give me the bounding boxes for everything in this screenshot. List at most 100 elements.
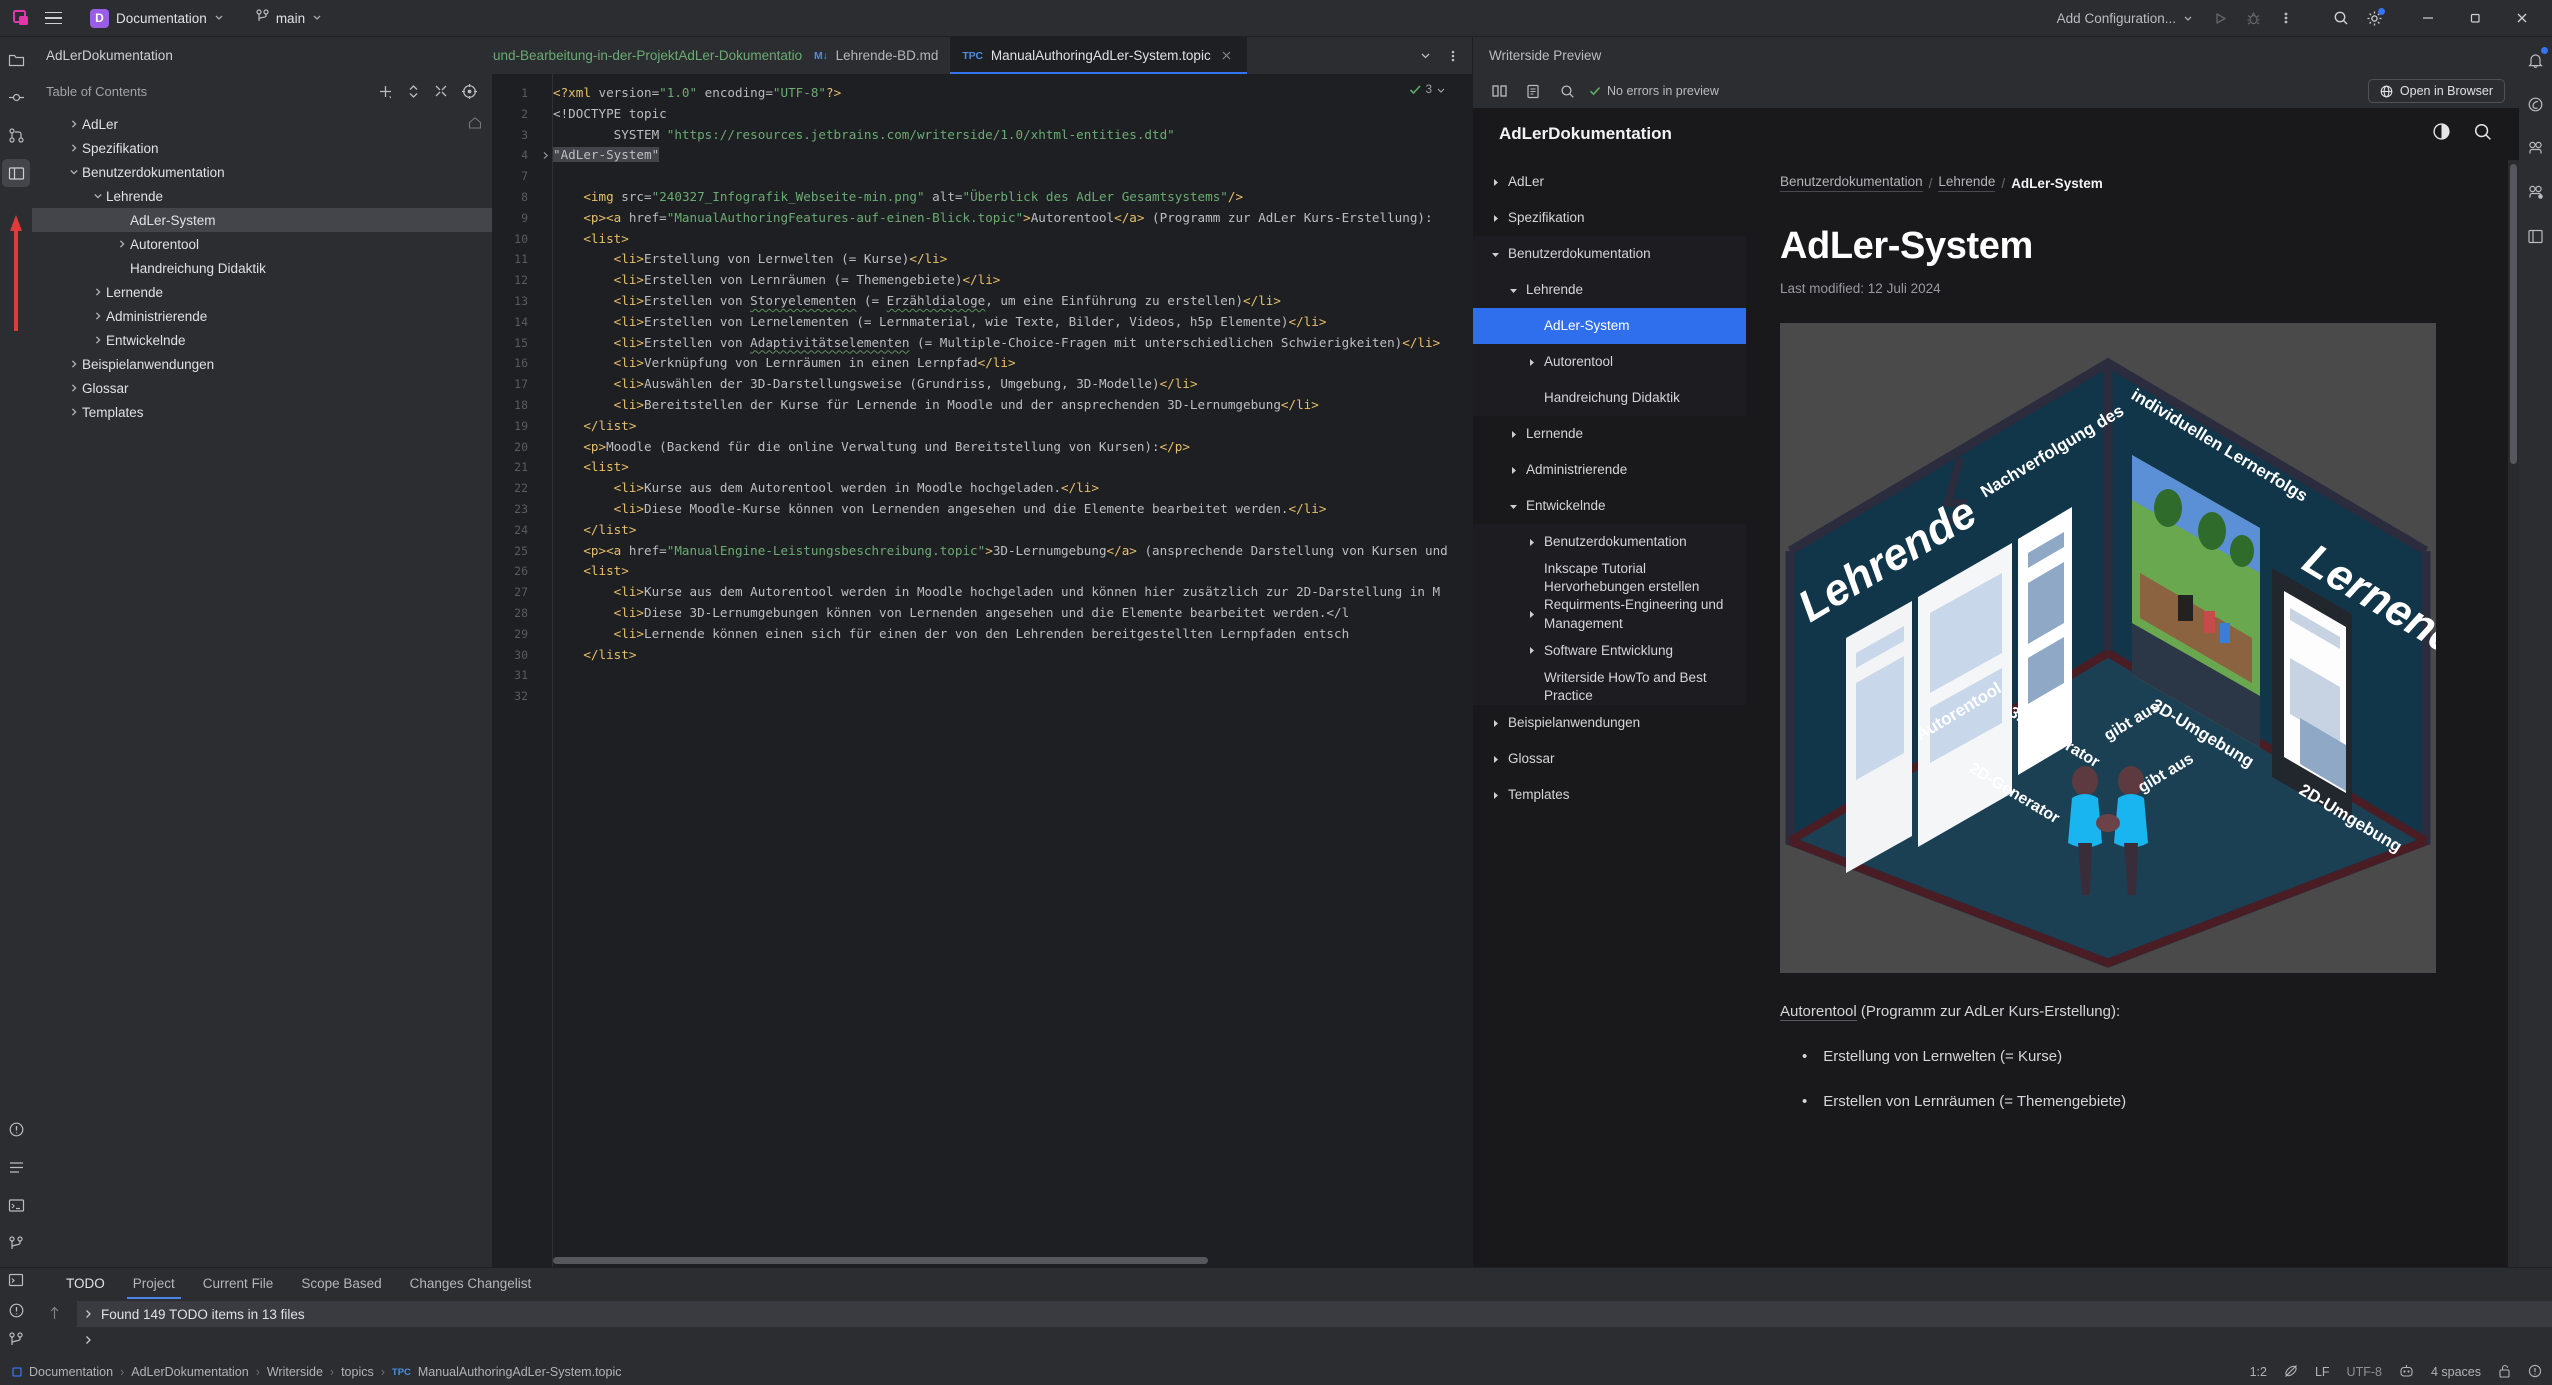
- collapse-all-icon[interactable]: [428, 79, 454, 103]
- triangle-down-icon[interactable]: [1487, 250, 1503, 259]
- todo-summary-row[interactable]: Found 149 TODO items in 13 files: [77, 1301, 2552, 1327]
- todo-tab-changes-changelist[interactable]: Changes Changelist: [396, 1268, 546, 1299]
- toc-item-autorentool[interactable]: Autorentool: [32, 232, 492, 256]
- rail-project-icon[interactable]: [2, 45, 30, 73]
- triangle-right-icon[interactable]: [1523, 610, 1539, 619]
- inspections-off-icon[interactable]: [2284, 1364, 2298, 1381]
- site-nav-item-software-entwicklung[interactable]: Software Entwicklung: [1473, 632, 1746, 669]
- todo-tab-scope-based[interactable]: Scope Based: [287, 1268, 395, 1299]
- line-separator[interactable]: LF: [2315, 1365, 2330, 1379]
- toc-item-adler-system[interactable]: AdLer-System: [32, 208, 492, 232]
- chevron-right-icon[interactable]: [113, 239, 130, 249]
- toc-item-lernende[interactable]: Lernende: [32, 280, 492, 304]
- site-nav-item-templates[interactable]: Templates: [1473, 777, 1746, 813]
- add-icon[interactable]: [372, 79, 398, 103]
- site-nav-item-beispielanwendungen[interactable]: Beispielanwendungen: [1473, 705, 1746, 741]
- tab-options-icon[interactable]: [1440, 43, 1466, 69]
- toc-item-lehrende[interactable]: Lehrende: [32, 184, 492, 208]
- branch-selector[interactable]: main: [248, 6, 330, 31]
- close-window-button[interactable]: [2500, 1, 2544, 35]
- chevron-right-icon[interactable]: [89, 311, 106, 321]
- code-editor[interactable]: 1 2 3 4 7 8 9 10 11 12 13 14 15 16 17 18 19 20 21 22 23 24 25 2…: [492, 74, 1472, 1267]
- more-actions-button[interactable]: [2271, 4, 2301, 32]
- rail-terminal-icon[interactable]: [2, 1191, 30, 1219]
- toc-item-administrierende[interactable]: Administrierende: [32, 304, 492, 328]
- chevron-right-icon[interactable]: [65, 407, 82, 417]
- expand-collapse-icon[interactable]: [400, 79, 426, 103]
- main-menu-button[interactable]: [38, 5, 68, 31]
- site-nav-item-inkscape-tutorial-hervorhebungen-erstellen[interactable]: Inkscape Tutorial Hervorhebungen erstell…: [1473, 560, 1746, 597]
- site-nav-item-entwickelnde[interactable]: Entwickelnde: [1473, 488, 1746, 524]
- triangle-right-icon[interactable]: [1487, 178, 1503, 187]
- site-search-icon[interactable]: [2473, 122, 2493, 147]
- code-folding-gutter[interactable]: [537, 74, 553, 1267]
- chevron-right-icon[interactable]: [65, 143, 82, 153]
- todo-tab-todo[interactable]: TODO: [52, 1268, 119, 1299]
- preview-scrollbar-thumb[interactable]: [2510, 164, 2517, 464]
- project-selector[interactable]: D Documentation: [82, 6, 232, 31]
- horizontal-scrollbar[interactable]: [553, 1257, 1208, 1264]
- split-layout-icon[interactable]: [1487, 79, 1511, 103]
- todo-tab-project[interactable]: Project: [119, 1268, 189, 1299]
- site-nav-item-benutzerdokumentation[interactable]: Benutzerdokumentation: [1473, 236, 1746, 272]
- unlocked-icon[interactable]: [2498, 1364, 2511, 1381]
- todo-rail-git-icon[interactable]: [2, 1329, 30, 1350]
- rail-pull-requests-icon[interactable]: [2, 121, 30, 149]
- toc-item-templates[interactable]: Templates: [32, 400, 492, 424]
- rail-gradle-icon[interactable]: [2522, 177, 2550, 207]
- run-button[interactable]: [2205, 4, 2235, 32]
- tab-list-icon[interactable]: [1412, 43, 1438, 69]
- triangle-right-icon[interactable]: [1523, 358, 1539, 367]
- caret-position[interactable]: 1:2: [2250, 1365, 2267, 1379]
- rail-git-icon[interactable]: [2, 1229, 30, 1257]
- chevron-down-icon[interactable]: [65, 167, 82, 177]
- todo-prev-occurrence-icon[interactable]: [48, 1305, 61, 1326]
- chevron-right-icon[interactable]: [89, 335, 106, 345]
- rail-notifications-icon[interactable]: [2522, 45, 2550, 75]
- indent-setting[interactable]: 4 spaces: [2431, 1365, 2481, 1379]
- site-nav-item-autorentool[interactable]: Autorentool: [1473, 344, 1746, 380]
- toc-item-adler[interactable]: AdLer: [32, 112, 492, 136]
- notifications-icon[interactable]: [2528, 1364, 2542, 1381]
- site-nav-item-writerside-howto-and-best-practice[interactable]: Writerside HowTo and Best Practice: [1473, 668, 1746, 706]
- site-nav-item-requirments-engineering-und-management[interactable]: Requirments-Engineering und Management: [1473, 596, 1746, 633]
- todo-expand-row[interactable]: [77, 1327, 2552, 1353]
- toc-item-entwickelnde[interactable]: Entwickelnde: [32, 328, 492, 352]
- search-everywhere-button[interactable]: [2326, 4, 2356, 32]
- ai-assistant-icon[interactable]: [2399, 1364, 2414, 1381]
- site-nav-item-administrierende[interactable]: Administrierende: [1473, 452, 1746, 488]
- triangle-right-icon[interactable]: [1523, 538, 1539, 547]
- file-encoding[interactable]: UTF-8: [2347, 1365, 2382, 1379]
- chevron-right-icon[interactable]: [89, 287, 106, 297]
- site-nav-item-handreichung-didaktik[interactable]: Handreichung Didaktik: [1473, 380, 1746, 416]
- site-nav-item-spezifikation[interactable]: Spezifikation: [1473, 200, 1746, 236]
- rail-problems-icon[interactable]: [2, 1115, 30, 1143]
- document-structure-icon[interactable]: [1521, 79, 1545, 103]
- triangle-right-icon[interactable]: [1487, 214, 1503, 223]
- breadcrumb-item[interactable]: Lehrende: [1938, 174, 1996, 192]
- run-configuration-selector[interactable]: Add Configuration...: [2048, 7, 2202, 30]
- rail-todo-icon[interactable]: [2, 1153, 30, 1181]
- debug-button[interactable]: [2238, 4, 2268, 32]
- rail-bookmarks-icon[interactable]: [2522, 221, 2550, 251]
- settings-button[interactable]: [2359, 4, 2389, 32]
- todo-rail-problems-icon[interactable]: [2, 1300, 30, 1321]
- status-crumb[interactable]: topics: [341, 1365, 374, 1379]
- triangle-right-icon[interactable]: [1487, 719, 1503, 728]
- rail-database-icon[interactable]: [2522, 133, 2550, 163]
- status-crumb[interactable]: Documentation: [29, 1365, 113, 1379]
- todo-tab-current-file[interactable]: Current File: [189, 1268, 288, 1299]
- rail-commit-icon[interactable]: [2, 83, 30, 111]
- chevron-right-icon[interactable]: [65, 359, 82, 369]
- triangle-right-icon[interactable]: [1505, 466, 1521, 475]
- chevron-right-icon[interactable]: [65, 383, 82, 393]
- status-crumb[interactable]: Writerside: [267, 1365, 323, 1379]
- editor-tab[interactable]: TPC ManualAuthoringAdLer-System.topic: [950, 37, 1247, 74]
- triangle-down-icon[interactable]: [1505, 286, 1521, 295]
- triangle-right-icon[interactable]: [1505, 430, 1521, 439]
- status-crumb[interactable]: AdLerDokumentation: [131, 1365, 248, 1379]
- triangle-right-icon[interactable]: [1487, 791, 1503, 800]
- close-tab-icon[interactable]: [1219, 48, 1235, 64]
- minimize-window-button[interactable]: [2406, 1, 2450, 35]
- site-nav-item-adler[interactable]: AdLer: [1473, 164, 1746, 200]
